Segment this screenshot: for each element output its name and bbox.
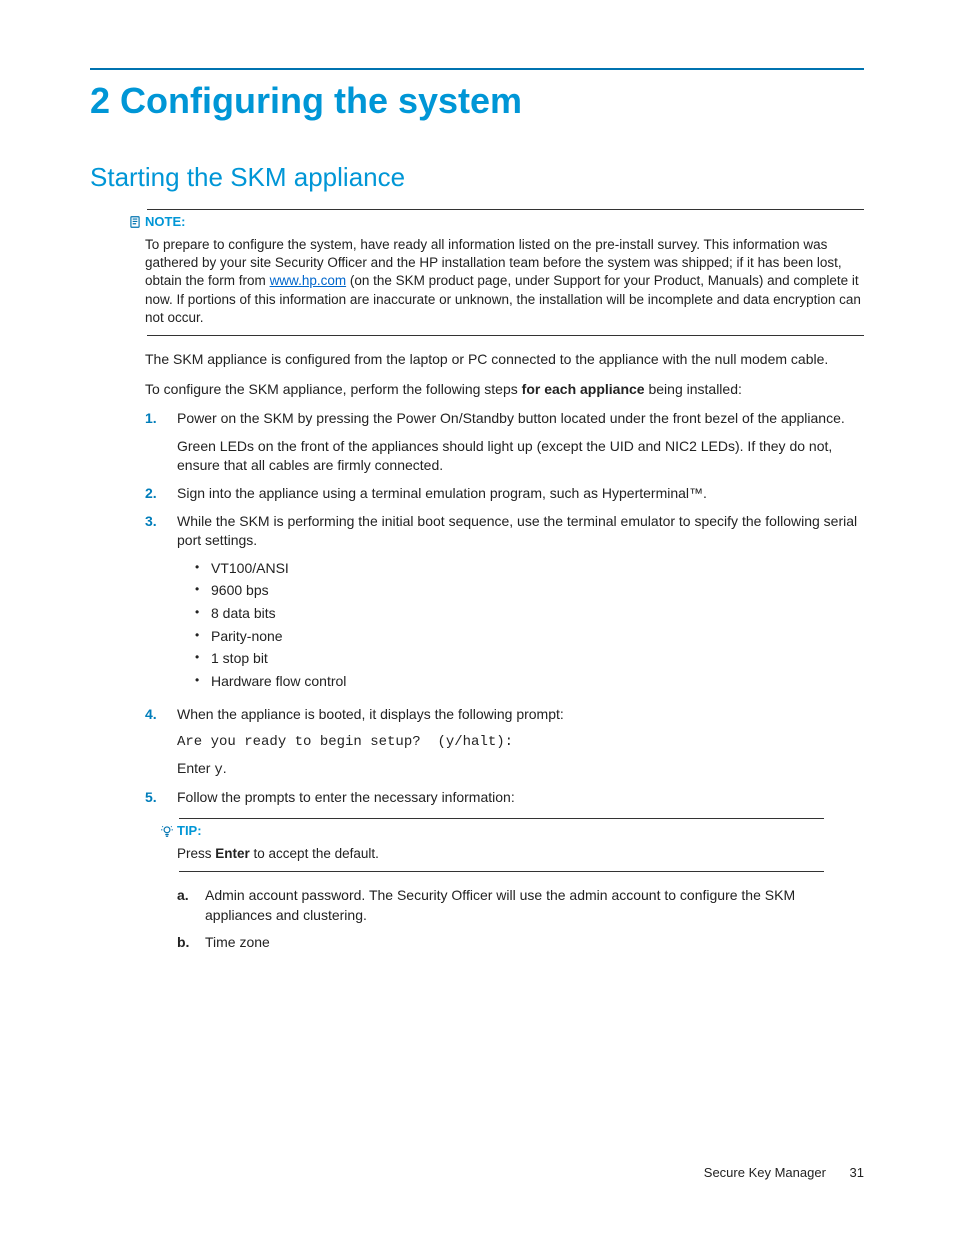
intro-p2-bold: for each appliance: [522, 381, 645, 397]
intro-paragraph-1: The SKM appliance is configured from the…: [145, 350, 864, 370]
section-content: NOTE: To prepare to configure the system…: [145, 209, 864, 953]
note-header: NOTE:: [127, 214, 864, 232]
step-number: 5.: [145, 788, 169, 808]
step-text: Enter y.: [177, 759, 864, 781]
substeps-list: a. Admin account password. The Security …: [177, 886, 864, 953]
step-item: 1. Power on the SKM by pressing the Powe…: [145, 409, 864, 476]
substep-letter: a.: [177, 886, 199, 906]
list-item: 1 stop bit: [195, 649, 864, 669]
footer-page-number: 31: [850, 1165, 864, 1180]
callout-rule-top: [147, 209, 864, 210]
list-item: 8 data bits: [195, 604, 864, 624]
note-link[interactable]: www.hp.com: [270, 273, 347, 288]
substep-text: Time zone: [205, 933, 864, 953]
list-item: Parity-none: [195, 627, 864, 647]
tip-text-post: to accept the default.: [250, 846, 379, 861]
step-body: Follow the prompts to enter the necessar…: [177, 788, 864, 808]
step-item: 3. While the SKM is performing the initi…: [145, 512, 864, 698]
list-item: 9600 bps: [195, 581, 864, 601]
step-number: 4.: [145, 705, 169, 725]
step-item: 5. Follow the prompts to enter the neces…: [145, 788, 864, 808]
list-item: Hardware flow control: [195, 672, 864, 692]
step-body: Sign into the appliance using a terminal…: [177, 484, 864, 504]
note-body: To prepare to configure the system, have…: [145, 236, 864, 327]
footer-doc-title: Secure Key Manager: [704, 1165, 826, 1180]
step-item: 4. When the appliance is booted, it disp…: [145, 705, 864, 780]
step-body: Power on the SKM by pressing the Power O…: [177, 409, 864, 476]
section-title: Starting the SKM appliance: [90, 162, 864, 193]
step-item: 2. Sign into the appliance using a termi…: [145, 484, 864, 504]
intro-p2-pre: To configure the SKM appliance, perform …: [145, 381, 522, 397]
substep-letter: b.: [177, 933, 199, 953]
callout-rule-bottom: [179, 871, 824, 872]
note-icon: [127, 215, 143, 232]
tip-header: TIP:: [159, 823, 864, 841]
note-label: NOTE:: [145, 214, 185, 229]
substep-text: Admin account password. The Security Off…: [205, 886, 864, 925]
step-body: When the appliance is booted, it display…: [177, 705, 864, 780]
serial-settings-list: VT100/ANSI 9600 bps 8 data bits Parity-n…: [177, 559, 864, 692]
intro-p2-post: being installed:: [645, 381, 742, 397]
intro-paragraph-2: To configure the SKM appliance, perform …: [145, 380, 864, 400]
step-text: Sign into the appliance using a terminal…: [177, 484, 864, 504]
document-page: 2 Configuring the system Starting the SK…: [0, 0, 954, 1235]
steps-list: 1. Power on the SKM by pressing the Powe…: [145, 409, 864, 808]
tip-callout: TIP: Press Enter to accept the default.: [177, 818, 864, 872]
step-text: While the SKM is performing the initial …: [177, 512, 864, 551]
code-prompt: Are you ready to begin setup? (y/halt):: [177, 733, 864, 753]
step4-p2-pre: Enter: [177, 760, 214, 776]
step-text: Green LEDs on the front of the appliance…: [177, 437, 864, 476]
tip-text-bold: Enter: [215, 846, 250, 861]
tip-and-substeps: TIP: Press Enter to accept the default. …: [177, 818, 864, 953]
callout-rule-bottom: [147, 335, 864, 336]
tip-text-pre: Press: [177, 846, 215, 861]
step-body: While the SKM is performing the initial …: [177, 512, 864, 698]
page-footer: Secure Key Manager 31: [704, 1165, 864, 1180]
tip-icon: [159, 824, 175, 841]
top-rule: [90, 68, 864, 70]
chapter-title: 2 Configuring the system: [90, 80, 864, 122]
tip-label: TIP:: [177, 823, 202, 838]
step4-p2-mono: y: [214, 762, 222, 778]
substep-item: b. Time zone: [177, 933, 864, 953]
substep-item: a. Admin account password. The Security …: [177, 886, 864, 925]
callout-rule-top: [179, 818, 824, 819]
step-text: Power on the SKM by pressing the Power O…: [177, 409, 864, 429]
step-number: 1.: [145, 409, 169, 429]
list-item: VT100/ANSI: [195, 559, 864, 579]
step-text: When the appliance is booted, it display…: [177, 705, 864, 725]
note-callout: NOTE: To prepare to configure the system…: [145, 209, 864, 336]
tip-body: Press Enter to accept the default.: [177, 845, 864, 863]
step4-p2-post: .: [223, 760, 227, 776]
step-number: 2.: [145, 484, 169, 504]
step-number: 3.: [145, 512, 169, 532]
step-text: Follow the prompts to enter the necessar…: [177, 788, 864, 808]
